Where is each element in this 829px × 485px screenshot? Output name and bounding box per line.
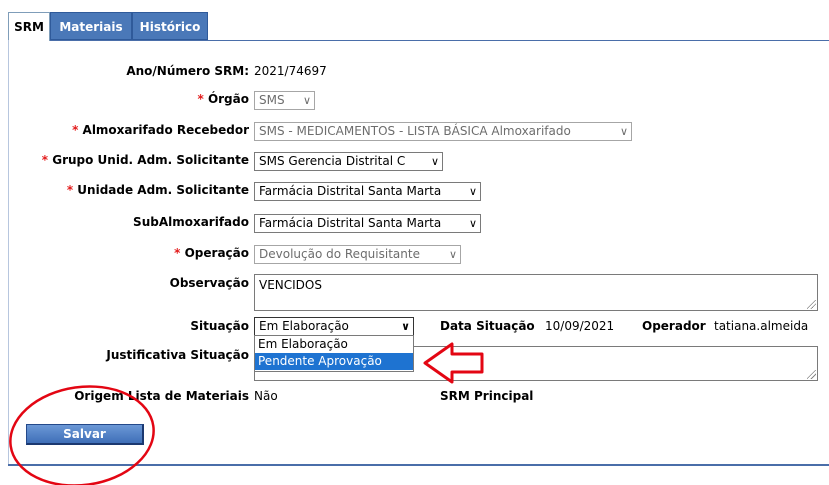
arrow-left-icon bbox=[423, 342, 484, 384]
annotation-overlay bbox=[9, 342, 484, 485]
annotation-circle bbox=[9, 385, 155, 485]
